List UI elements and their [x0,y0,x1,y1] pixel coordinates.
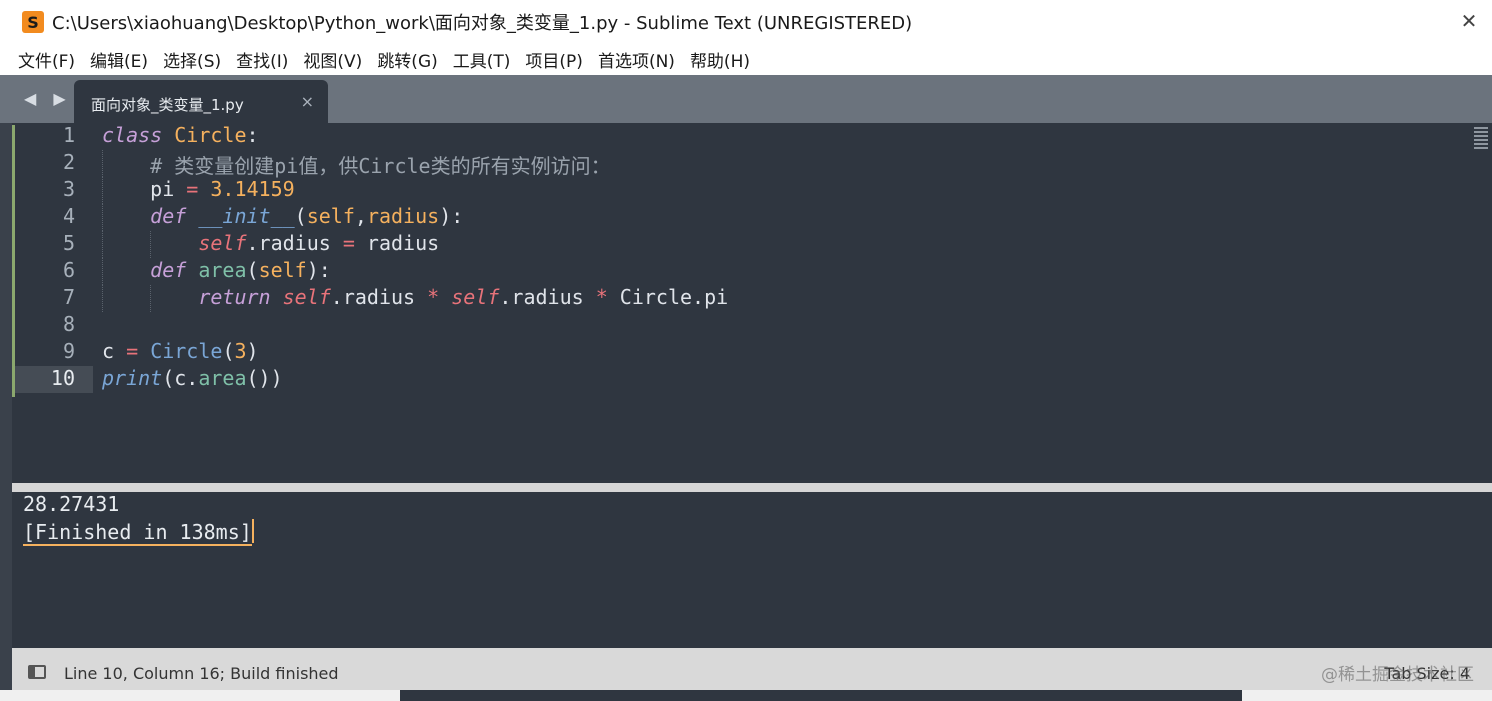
indent-guide [102,231,103,258]
indent-guide [150,231,152,258]
menu-preferences[interactable]: 首选项(N) [598,47,675,72]
panel-divider[interactable] [12,483,1492,492]
code-line: print(c.area()) [102,366,283,390]
minimap[interactable] [1474,127,1488,157]
code-line: def __init__(self,radius): [102,204,728,231]
watermark: @稀土掘金技术社区 [1321,665,1474,685]
indent-guide [150,285,152,312]
menu-project[interactable]: 项目(P) [525,47,583,72]
menu-tools[interactable]: 工具(T) [453,47,511,72]
output-finished-line: [Finished in 138ms] [23,519,254,546]
menu-help[interactable]: 帮助(H) [690,47,750,72]
menu-bar: 文件(F) 编辑(E) 选择(S) 查找(I) 视图(V) 跳转(G) 工具(T… [0,44,1492,75]
line-number: 9 [62,339,75,363]
indent-guide [102,177,103,204]
minimap-line [1474,147,1488,149]
window-left-edge [0,123,12,690]
indent-guide [102,204,103,231]
minimap-line [1474,127,1488,129]
menu-view[interactable]: 视图(V) [303,47,362,72]
tab-bar: ◀ ▶ 面向对象_类变量_1.py × [0,75,1492,123]
tab-active-file[interactable]: 面向对象_类变量_1.py × [74,80,328,123]
code-editor[interactable]: 1 2 3 4 5 6 7 8 9 10 class Circle: # 类变量… [12,123,1492,483]
minimap-line [1474,131,1488,133]
line-number-active: 10 [15,366,93,393]
build-output-panel[interactable]: 28.27431 [Finished in 138ms] [14,492,1492,648]
indent-guide [102,258,103,285]
minimap-line [1474,143,1488,145]
status-bar: Line 10, Column 16; Build finished Tab S… [12,648,1492,690]
panel-toggle-icon[interactable] [28,665,46,679]
indent-guide [102,150,103,177]
menu-goto[interactable]: 跳转(G) [377,47,437,72]
code-line: def area(self): [102,258,728,285]
line-number: 3 [62,177,75,201]
line-number-gutter: 1 2 3 4 5 6 7 8 9 10 [15,123,93,393]
line-number: 7 [62,285,75,309]
code-line: c = Circle(3) [102,339,259,363]
code-line: return self.radius * self.radius * Circl… [102,285,728,312]
line-number: 2 [62,150,75,174]
menu-edit[interactable]: 编辑(E) [90,47,148,72]
line-number: 8 [62,312,75,336]
line-number: 5 [62,231,75,255]
menu-find[interactable]: 查找(I) [236,47,288,72]
close-window-button[interactable]: ✕ [1456,8,1482,34]
taskbar-strip-dark [400,690,1242,701]
minimap-line [1474,139,1488,141]
code-line: # 类变量创建pi值，供Circle类的所有实例访问： [102,150,728,178]
line-number: 4 [62,204,75,228]
text-cursor [251,519,254,543]
indent-guide [102,285,103,312]
menu-selection[interactable]: 选择(S) [163,47,221,72]
output-finished: [Finished in 138ms] [23,520,252,546]
code-line: self.radius = radius [102,231,728,258]
window-title: C:\Users\xiaohuang\Desktop\Python_work\面… [52,13,913,34]
tab-nav-arrows-icon[interactable]: ◀ ▶ [24,89,72,108]
tab-close-icon[interactable]: × [301,92,314,111]
tab-label: 面向对象_类变量_1.py [91,96,244,114]
menu-file[interactable]: 文件(F) [18,47,75,72]
code-line: class Circle: [102,123,259,147]
title-bar: S C:\Users\xiaohuang\Desktop\Python_work… [0,0,1492,44]
line-number: 6 [62,258,75,282]
sublime-text-icon: S [22,11,44,33]
code-area[interactable]: class Circle: # 类变量创建pi值，供Circle类的所有实例访问… [102,123,728,393]
line-number: 1 [62,123,75,147]
output-result: 28.27431 [23,492,120,516]
code-line: pi = 3.14159 [102,177,728,204]
minimap-line [1474,135,1488,137]
status-text: Line 10, Column 16; Build finished [64,664,339,683]
